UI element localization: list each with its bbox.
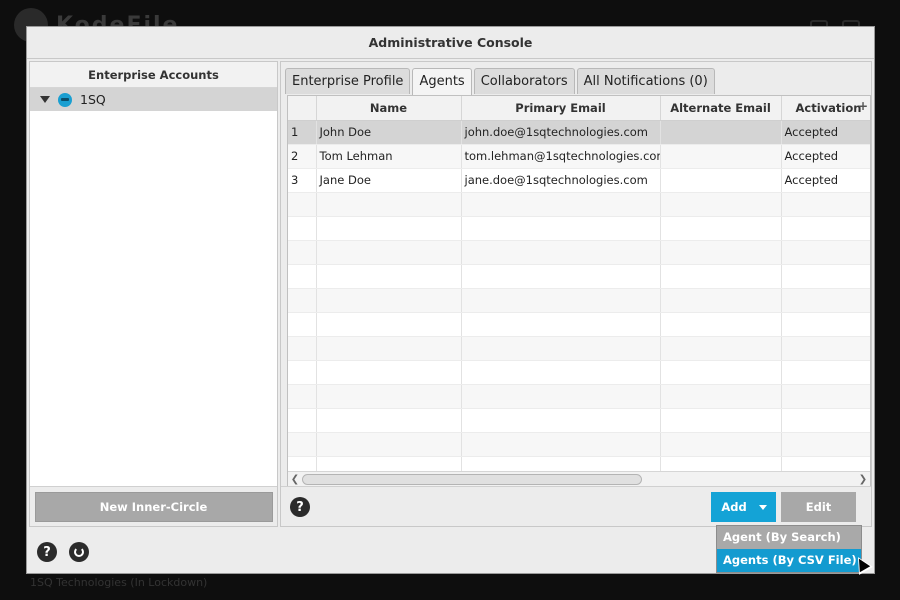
- add-dropdown-menu: Agent (By Search) Agents (By CSV File): [716, 525, 862, 573]
- column-header-name[interactable]: Name: [316, 96, 462, 121]
- row-primary-email: john.doe@1sqtechnologies.com: [461, 120, 661, 145]
- enterprise-accounts-panel: Enterprise Accounts 1SQ New Inner-Circle: [29, 61, 278, 527]
- row-activation: Accepted: [781, 144, 870, 169]
- empty-row: [288, 408, 870, 433]
- expand-arrow-icon[interactable]: [40, 96, 50, 103]
- empty-row: [288, 288, 870, 313]
- empty-row: [288, 432, 870, 457]
- empty-row: [288, 336, 870, 361]
- agents-panel: Enterprise Profile Agents Collaborators …: [280, 61, 872, 527]
- tab-agents[interactable]: Agents: [412, 68, 472, 95]
- row-activation: Accepted: [781, 120, 870, 145]
- empty-row: [288, 360, 870, 385]
- empty-row: [288, 192, 870, 217]
- table-row[interactable]: 1 John Doe john.doe@1sqtechnologies.com …: [288, 120, 870, 145]
- row-activation: Accepted: [781, 168, 870, 193]
- tree-item-label: 1SQ: [80, 92, 106, 107]
- empty-row: [288, 264, 870, 289]
- tab-bar: Enterprise Profile Agents Collaborators …: [285, 68, 715, 95]
- scroll-left-icon[interactable]: ❮: [288, 474, 302, 485]
- empty-row: [288, 384, 870, 409]
- horizontal-scrollbar[interactable]: ❮ ❯: [288, 471, 870, 486]
- row-name: Tom Lehman: [316, 144, 462, 169]
- table-row[interactable]: 3 Jane Doe jane.doe@1sqtechnologies.com …: [288, 168, 870, 193]
- add-column-icon[interactable]: +: [858, 99, 868, 113]
- scroll-thumb[interactable]: [302, 473, 642, 485]
- row-name: Jane Doe: [316, 168, 462, 193]
- help-icon[interactable]: ?: [37, 542, 57, 562]
- new-inner-circle-button[interactable]: New Inner-Circle: [34, 491, 273, 522]
- refresh-icon[interactable]: [69, 542, 89, 562]
- row-name: John Doe: [316, 120, 462, 145]
- enterprise-icon: [58, 92, 72, 107]
- dialog-title: Administrative Console: [27, 27, 874, 59]
- dialog-bottom-bar: ?: [37, 542, 89, 562]
- tree-item-1sq[interactable]: 1SQ: [30, 88, 277, 111]
- help-icon[interactable]: ?: [290, 497, 310, 517]
- admin-console-dialog: Administrative Console Enterprise Accoun…: [26, 26, 875, 574]
- edit-button[interactable]: Edit: [781, 492, 856, 522]
- empty-row: [288, 240, 870, 265]
- tab-all-notifications[interactable]: All Notifications (0): [576, 68, 715, 94]
- row-index: 2: [288, 144, 317, 169]
- table-header-row: Name Primary Email Alternate Email Activ…: [288, 96, 870, 121]
- left-panel-footer: New Inner-Circle: [30, 486, 277, 526]
- tab-enterprise-profile[interactable]: Enterprise Profile: [285, 68, 411, 94]
- enterprise-accounts-header: Enterprise Accounts: [30, 62, 277, 88]
- tab-collaborators[interactable]: Collaborators: [473, 68, 575, 94]
- menu-item-agents-by-csv-file[interactable]: Agents (By CSV File): [717, 549, 861, 572]
- menu-item-agent-by-search[interactable]: Agent (By Search): [717, 526, 861, 549]
- row-primary-email: jane.doe@1sqtechnologies.com: [461, 168, 661, 193]
- column-header-alternate-email[interactable]: Alternate Email: [660, 96, 782, 121]
- agents-panel-footer: ? Add Edit: [281, 486, 871, 526]
- row-index: 3: [288, 168, 317, 193]
- add-button-label: Add: [721, 500, 747, 514]
- column-header-primary-email[interactable]: Primary Email: [461, 96, 661, 121]
- row-alternate-email: [660, 144, 782, 169]
- row-alternate-email: [660, 120, 782, 145]
- chevron-down-icon[interactable]: [759, 504, 767, 510]
- row-alternate-email: [660, 168, 782, 193]
- row-index: 1: [288, 120, 317, 145]
- empty-row: [288, 216, 870, 241]
- row-primary-email: tom.lehman@1sqtechnologies.com: [461, 144, 661, 169]
- scroll-track[interactable]: [302, 473, 856, 485]
- background-status-text: 1SQ Technologies (In Lockdown): [30, 576, 208, 589]
- add-button[interactable]: Add: [711, 492, 776, 522]
- column-header-index[interactable]: [288, 96, 317, 121]
- table-row[interactable]: 2 Tom Lehman tom.lehman@1sqtechnologies.…: [288, 144, 870, 169]
- scroll-right-icon[interactable]: ❯: [856, 474, 870, 485]
- agents-table: + Name Primary Email Alternate Email Act…: [287, 95, 871, 487]
- empty-row: [288, 312, 870, 337]
